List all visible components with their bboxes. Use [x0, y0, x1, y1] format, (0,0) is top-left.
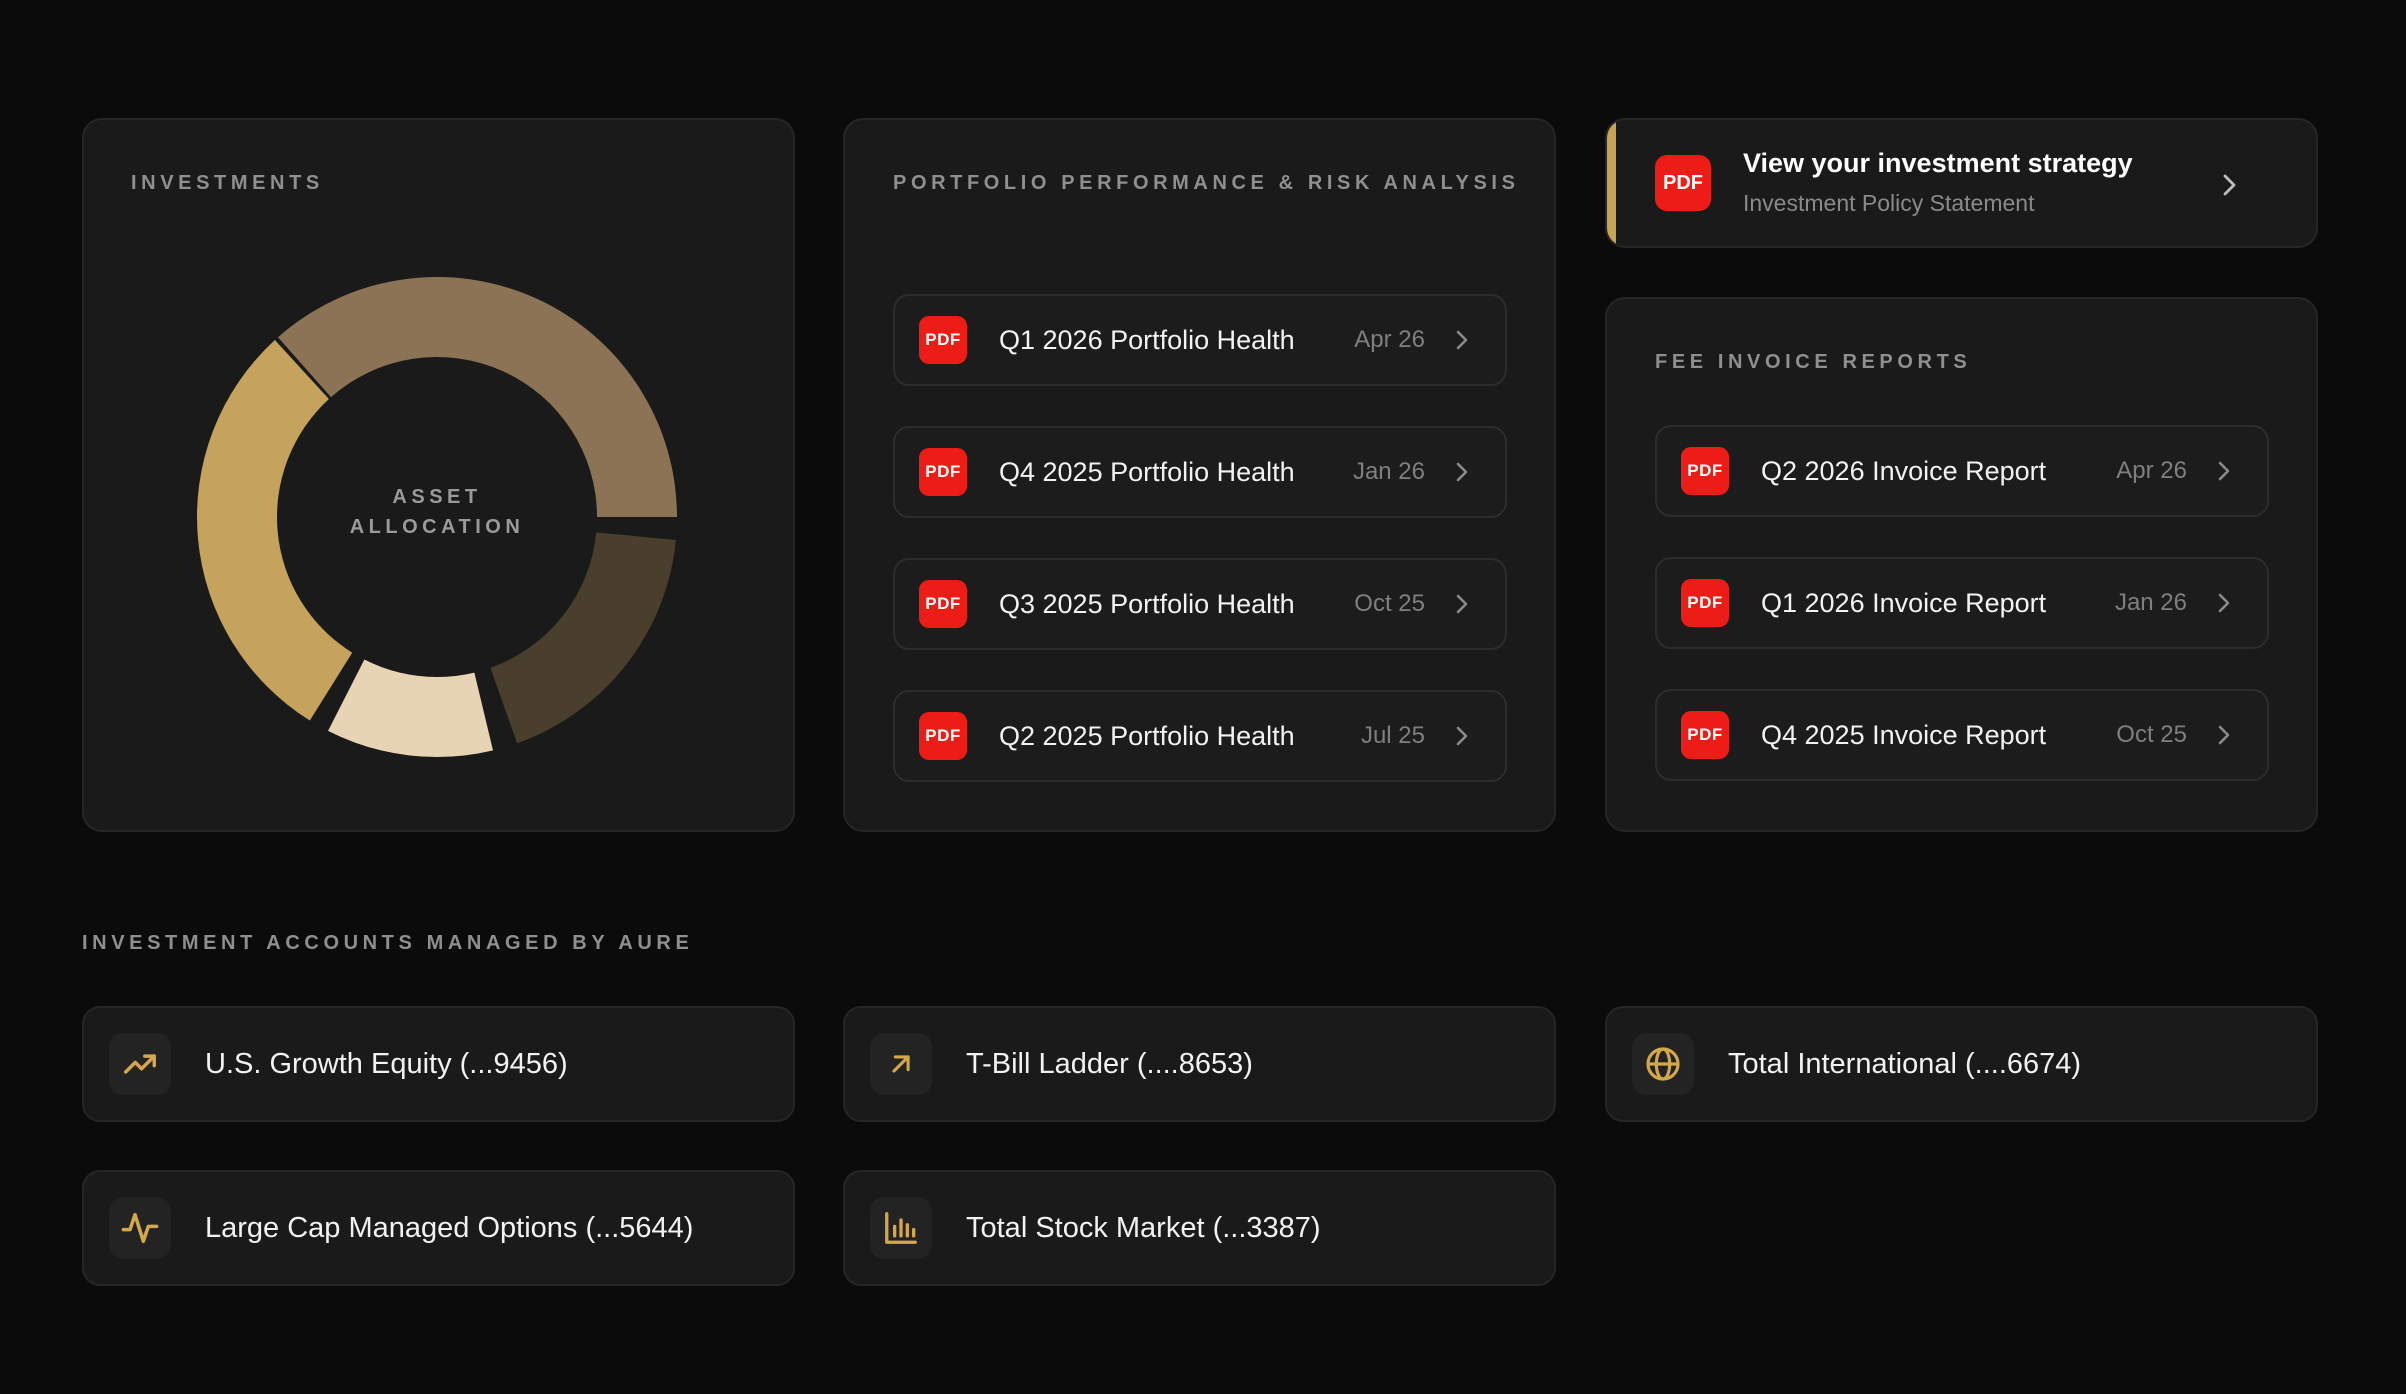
globe-icon: [1632, 1033, 1694, 1095]
report-title: Q3 2025 Portfolio Health: [999, 588, 1295, 619]
report-date: Jan 26: [1352, 458, 1425, 485]
donut-center-line1: ASSET: [392, 486, 482, 508]
account-row[interactable]: T-Bill Ladder (....8653): [843, 1006, 1556, 1122]
pdf-icon: PDF: [919, 316, 967, 364]
pdf-icon: PDF: [1681, 579, 1729, 627]
donut-segment-dark: [490, 532, 676, 744]
portfolio-label: PORTFOLIO PERFORMANCE & RISK ANALYSIS: [893, 172, 1520, 194]
report-date: Jul 25: [1360, 722, 1425, 749]
dashboard: INVESTMENTS ASSET ALLOCATION PORTFOLIO P…: [0, 0, 2406, 1394]
investments-label: INVESTMENTS: [131, 172, 324, 194]
strategy-subtitle: Investment Policy Statement: [1743, 190, 2035, 216]
account-name: U.S. Growth Equity (...9456): [205, 1047, 568, 1080]
chevron-right-icon: [1456, 594, 1468, 614]
pdf-icon: PDF: [1681, 447, 1729, 495]
pdf-icon: PDF: [1681, 711, 1729, 759]
portfolio-report-row[interactable]: PDF Q3 2025 Portfolio Health Oct 25: [893, 558, 1507, 650]
report-title: Q2 2025 Portfolio Health: [999, 720, 1295, 751]
chevron-right-icon: [2223, 174, 2236, 196]
invoice-date: Oct 25: [2116, 721, 2187, 748]
report-date: Apr 26: [1354, 326, 1425, 353]
strategy-title: View your investment strategy: [1743, 148, 2133, 178]
portfolio-report-row[interactable]: PDF Q2 2025 Portfolio Health Jul 25: [893, 690, 1507, 782]
account-name: Total Stock Market (...3387): [966, 1211, 1321, 1244]
donut-segment-cream: [328, 659, 494, 757]
account-row[interactable]: Total Stock Market (...3387): [843, 1170, 1556, 1286]
report-title: Q1 2026 Portfolio Health: [999, 324, 1295, 355]
donut-center-label: ASSET ALLOCATION: [297, 482, 577, 542]
pdf-icon: PDF: [919, 712, 967, 760]
chevron-right-icon: [2218, 725, 2230, 745]
pdf-icon: PDF: [919, 580, 967, 628]
invoice-title: Q4 2025 Invoice Report: [1761, 719, 2047, 750]
invoice-report-row[interactable]: PDF Q4 2025 Invoice Report Oct 25: [1655, 689, 2269, 781]
bar-chart-icon: [870, 1197, 932, 1259]
portfolio-report-row[interactable]: PDF Q1 2026 Portfolio Health Apr 26: [893, 294, 1507, 386]
account-name: T-Bill Ladder (....8653): [966, 1047, 1253, 1080]
chevron-right-icon: [1456, 726, 1468, 746]
report-date: Oct 25: [1354, 590, 1425, 617]
account-name: Large Cap Managed Options (...5644): [205, 1211, 694, 1244]
account-row[interactable]: Total International (....6674): [1605, 1006, 2318, 1122]
activity-icon: [109, 1197, 171, 1259]
arrow-up-right-icon: [870, 1033, 932, 1095]
invoice-title: Q2 2026 Invoice Report: [1761, 455, 2047, 486]
invoice-report-row[interactable]: PDF Q1 2026 Invoice Report Jan 26: [1655, 557, 2269, 649]
portfolio-report-row[interactable]: PDF Q4 2025 Portfolio Health Jan 26: [893, 426, 1507, 518]
chevron-right-icon: [2218, 593, 2230, 613]
chevron-right-icon: [1456, 330, 1468, 350]
account-row[interactable]: Large Cap Managed Options (...5644): [82, 1170, 795, 1286]
accounts-label: INVESTMENT ACCOUNTS MANAGED BY AURE: [82, 932, 694, 954]
donut-center-line2: ALLOCATION: [349, 516, 525, 538]
pdf-icon: PDF: [919, 448, 967, 496]
invoice-report-row[interactable]: PDF Q2 2026 Invoice Report Apr 26: [1655, 425, 2269, 517]
chevron-right-icon: [2218, 461, 2230, 481]
report-title: Q4 2025 Portfolio Health: [999, 456, 1295, 487]
invoice-date: Apr 26: [2116, 457, 2187, 484]
donut-segment-taupe: [277, 277, 677, 517]
invoice-title: Q1 2026 Invoice Report: [1761, 587, 2047, 618]
invoice-date: Jan 26: [2114, 589, 2187, 616]
trending-up-icon: [109, 1033, 171, 1095]
investment-strategy-card[interactable]: PDF View your investment strategy Invest…: [1605, 118, 2318, 248]
chevron-right-icon: [1456, 462, 1468, 482]
account-row[interactable]: U.S. Growth Equity (...9456): [82, 1006, 795, 1122]
account-name: Total International (....6674): [1728, 1047, 2082, 1080]
strategy-accent-bar: [1607, 120, 1616, 246]
pdf-icon: PDF: [1655, 155, 1711, 211]
fee-invoice-label: FEE INVOICE REPORTS: [1655, 351, 1972, 373]
